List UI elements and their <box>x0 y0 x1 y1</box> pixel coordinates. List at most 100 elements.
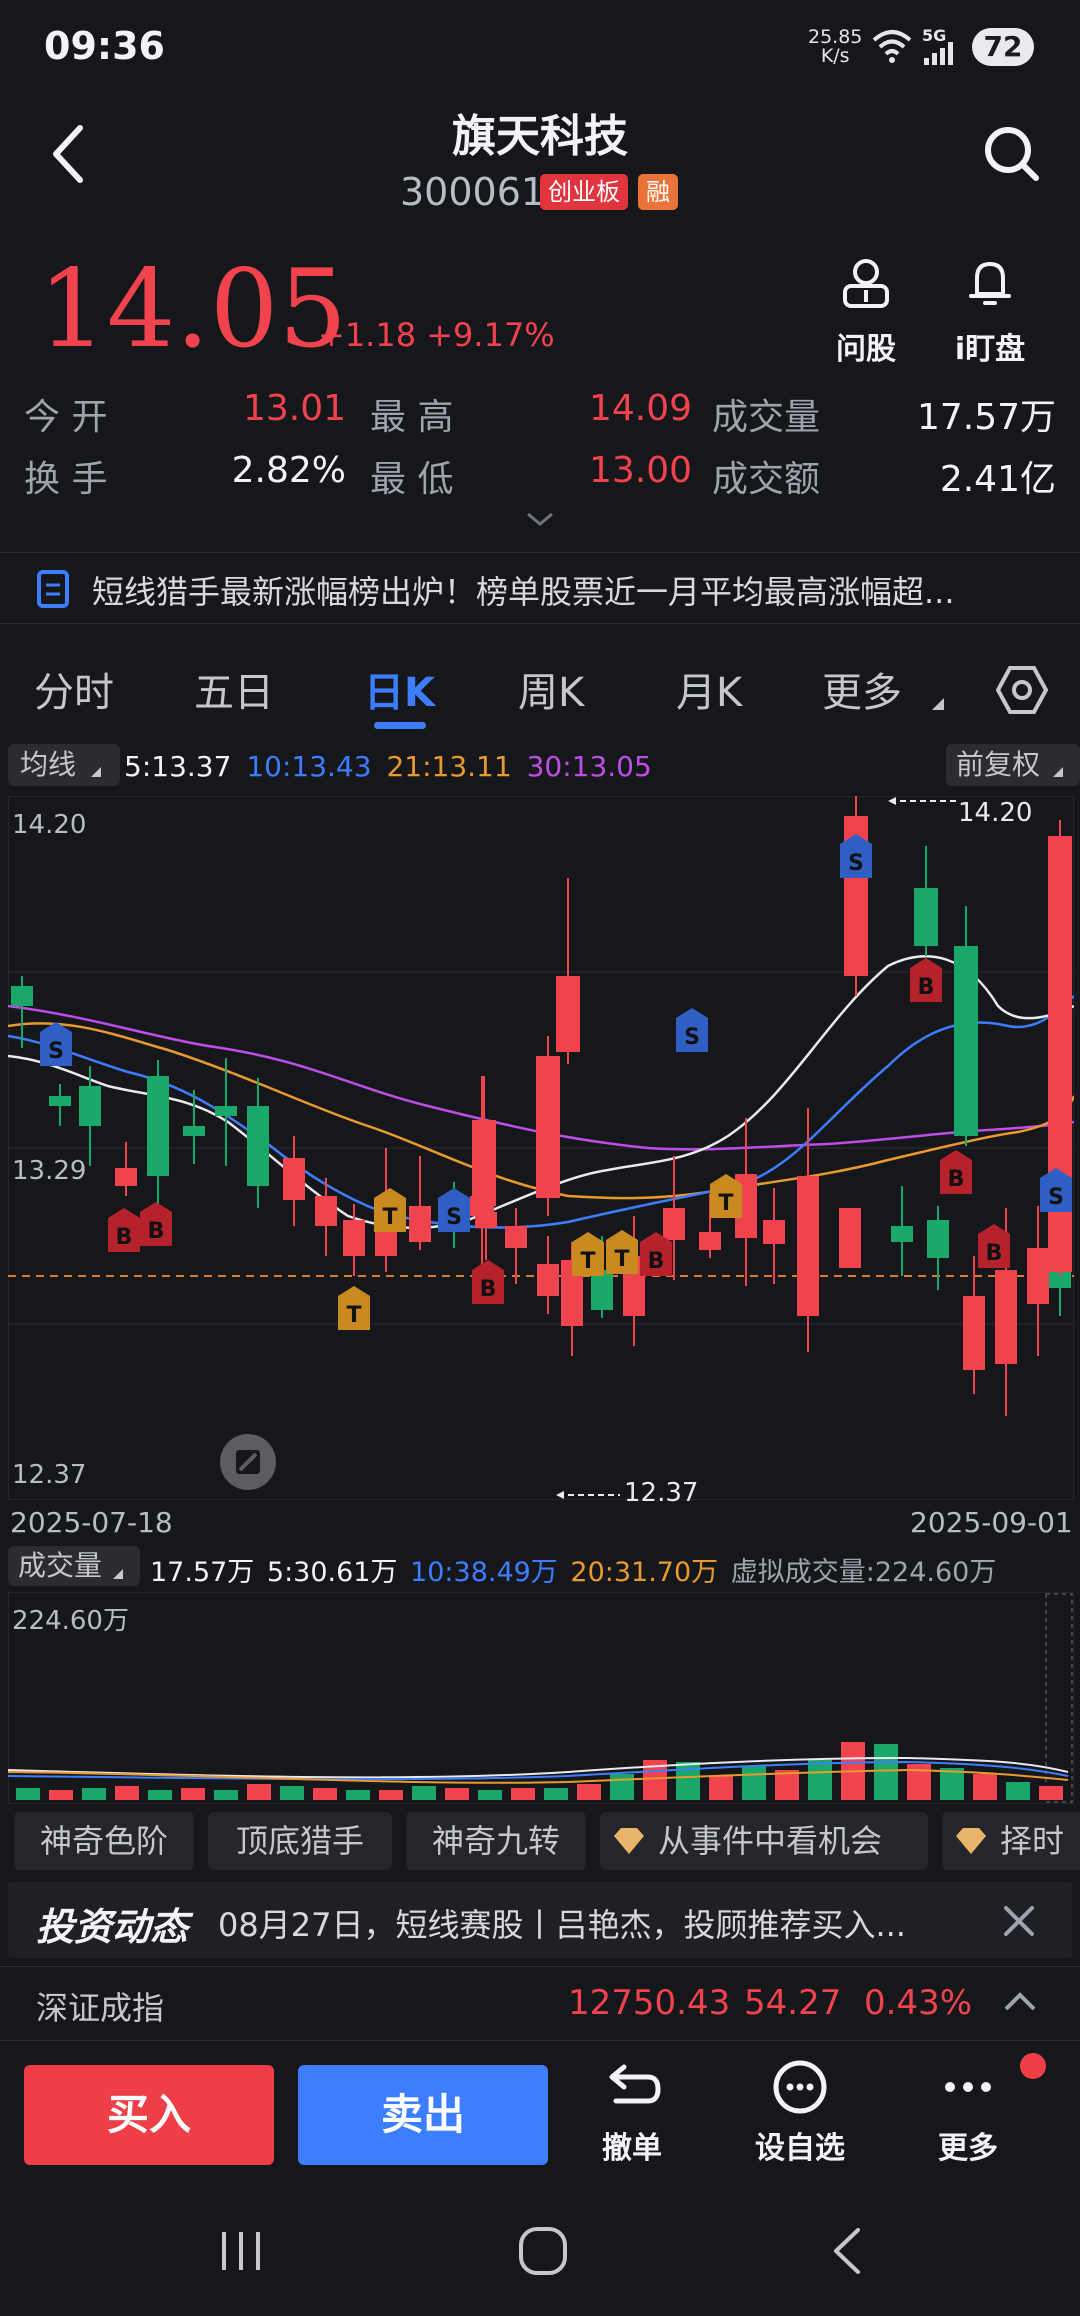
svg-text:B: B <box>480 1277 497 1302</box>
candle-body <box>49 1096 71 1106</box>
volume-chart-svg[interactable] <box>7 1591 1075 1805</box>
tab-intraday[interactable]: 分时 <box>34 660 114 718</box>
news-banner[interactable]: 短线猎手最新涨幅榜出炉！榜单股票近一月平均最高涨幅超... <box>0 552 1080 624</box>
dropdown-triangle-icon <box>91 767 101 777</box>
candle-body <box>536 1056 560 1198</box>
svg-text:T: T <box>346 1303 361 1328</box>
diamond-icon <box>614 1828 644 1854</box>
svg-text:S: S <box>1048 1185 1064 1210</box>
svg-text:B: B <box>986 1241 1003 1266</box>
candle-body <box>505 1226 527 1248</box>
svg-text:S: S <box>446 1205 462 1230</box>
invest-news-bar[interactable]: 投资动态 08月27日，短线赛股丨吕艳杰，投顾推荐买入... <box>8 1882 1072 1958</box>
volume-ma20: 20:31.70万 <box>570 1557 719 1588</box>
cancel-order-button[interactable]: 撤单 <box>572 2059 692 2167</box>
svg-text:S: S <box>684 1025 700 1050</box>
feature-event-opportunity[interactable]: 从事件中看机会 <box>600 1812 928 1870</box>
ma-selector[interactable]: 均线 <box>8 744 120 786</box>
tab-daily-k[interactable]: 日K <box>364 660 435 718</box>
candle-body <box>115 1168 137 1186</box>
recent-apps-icon[interactable] <box>216 2226 266 2276</box>
y-axis-mid: 13.29 <box>12 1156 87 1186</box>
feature-color-scale[interactable]: 神奇色阶 <box>14 1812 194 1870</box>
volume-bar <box>1039 1786 1063 1800</box>
volume-bar <box>412 1786 436 1800</box>
feature-magic-nine[interactable]: 神奇九转 <box>406 1812 586 1870</box>
svg-text:B: B <box>948 1167 965 1192</box>
candle-body <box>663 1208 685 1240</box>
volume-bar <box>115 1786 139 1800</box>
volume-ma10: 10:38.49万 <box>410 1557 558 1588</box>
index-name: 深证成指 <box>36 1989 165 2027</box>
tab-weekly-k[interactable]: 周K <box>518 660 584 718</box>
more-label: 更多 <box>938 2131 998 2166</box>
board-tag: 创业板 <box>540 174 628 210</box>
volume-bar <box>82 1788 106 1800</box>
svg-text:T: T <box>614 1247 629 1272</box>
back-icon[interactable] <box>826 2224 866 2278</box>
kline-chart-svg[interactable]: SB BTTSBT T BTSSBBBS <box>7 795 1076 1501</box>
active-tab-indicator <box>374 722 426 729</box>
buy-button[interactable]: 买入 <box>24 2065 274 2165</box>
volume-bar <box>214 1790 238 1800</box>
chevron-up-icon[interactable] <box>1002 1991 1038 2013</box>
adjust-label: 前复权 <box>956 748 1041 781</box>
volume-bar <box>313 1788 337 1800</box>
more-button[interactable]: 更多 <box>908 2059 1028 2167</box>
candle-body <box>343 1220 365 1256</box>
candle-body <box>147 1076 169 1176</box>
feature-event-label: 从事件中看机会 <box>658 1822 883 1860</box>
feature-top-bottom-hunter[interactable]: 顶底猎手 <box>208 1812 392 1870</box>
index-ticker[interactable]: 深证成指 12750.43 54.27 0.43% <box>0 1966 1080 2039</box>
watch-button[interactable]: i盯盘 <box>930 256 1050 368</box>
add-watchlist-button[interactable]: 设自选 <box>740 2059 860 2167</box>
change-percent: +9.17% <box>426 316 555 354</box>
bell-icon <box>969 261 1011 305</box>
high-value: 14.09 <box>588 388 692 429</box>
svg-text:S: S <box>48 1039 64 1064</box>
index-value: 12750.43 <box>568 1983 731 2023</box>
candle-body <box>995 1270 1017 1364</box>
feature-timing[interactable]: 择时 <box>942 1812 1080 1870</box>
tab-monthly-k[interactable]: 月K <box>676 660 742 718</box>
ma21-value: 21:13.11 <box>386 750 512 783</box>
candle-body <box>699 1232 721 1250</box>
tab-more[interactable]: 更多 <box>822 660 902 718</box>
candle-body <box>954 946 978 1136</box>
volume-bar <box>346 1790 370 1800</box>
ask-stock-button[interactable]: 问股 <box>806 256 926 368</box>
draw-tool-button[interactable] <box>220 1434 276 1490</box>
volume-ma5: 5:30.61万 <box>266 1557 398 1588</box>
kline-chart[interactable]: SBBTTSBTTBTSSBBBS 14.20 13.29 12.37 14.2… <box>7 795 1076 1508</box>
expand-chevron-icon[interactable] <box>524 510 556 530</box>
candle-body <box>215 1106 237 1116</box>
settings-hexagon-icon[interactable] <box>996 664 1048 716</box>
home-icon[interactable] <box>516 2224 570 2278</box>
network-speed-unit: K/s <box>820 45 850 67</box>
candle-body <box>927 1220 949 1258</box>
svg-text:B: B <box>918 975 935 1000</box>
change-value: +1.18 <box>318 316 417 354</box>
tab-five-day[interactable]: 五日 <box>194 660 274 718</box>
candle-body <box>914 888 938 946</box>
volume-chart[interactable]: 224.60万 <box>7 1591 1075 1805</box>
dropdown-triangle-icon <box>113 1569 123 1579</box>
volume-selector[interactable]: 成交量 <box>8 1546 140 1586</box>
y-axis-top: 14.20 <box>12 810 87 840</box>
date-start: 2025-07-18 <box>10 1506 173 1539</box>
max-price-label: 14.20 <box>958 798 1033 828</box>
candle-body <box>183 1126 205 1136</box>
search-icon[interactable] <box>982 124 1042 184</box>
feature-timing-label: 择时 <box>1000 1822 1065 1860</box>
volume-bar <box>610 1774 634 1800</box>
close-icon[interactable] <box>1002 1904 1036 1938</box>
volume-bar <box>742 1766 766 1800</box>
status-time: 09:36 <box>44 24 165 68</box>
sell-button[interactable]: 卖出 <box>298 2065 548 2165</box>
volume-bar <box>247 1784 271 1800</box>
min-price-label: 12.37 <box>624 1478 699 1508</box>
candle-body <box>1027 1248 1049 1304</box>
candle-body <box>409 1206 431 1242</box>
svg-text:T: T <box>580 1249 595 1274</box>
adjust-selector[interactable]: 前复权 <box>946 744 1080 786</box>
